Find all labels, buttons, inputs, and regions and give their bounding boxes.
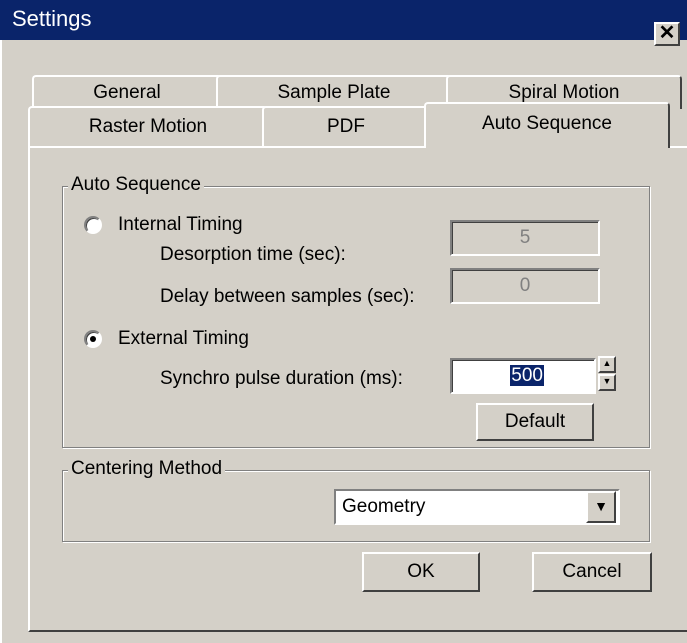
delay-between-samples-field[interactable]: 0	[450, 268, 600, 304]
default-button-label: Default	[504, 411, 566, 432]
tab-general[interactable]: General	[32, 75, 222, 109]
centering-method-value: Geometry	[342, 496, 426, 517]
cancel-button[interactable]: Cancel	[532, 552, 652, 592]
tab-label: PDF	[327, 116, 365, 137]
chevron-down-icon: ▼	[594, 498, 608, 514]
close-icon: ✕	[658, 22, 676, 44]
tab-label: Spiral Motion	[508, 82, 620, 103]
spin-up-icon: ▲	[602, 358, 612, 368]
synchro-pulse-label: Synchro pulse duration (ms):	[160, 368, 403, 389]
desorption-time-field[interactable]: 5	[450, 220, 600, 256]
cancel-button-label: Cancel	[562, 561, 622, 582]
desorption-time-label: Desorption time (sec):	[160, 244, 346, 265]
window-frame	[0, 40, 8, 643]
spin-down-icon: ▼	[602, 376, 612, 386]
synchro-pulse-field[interactable]: 500	[450, 358, 596, 394]
internal-timing-radio[interactable]	[84, 216, 102, 234]
window-title: Settings	[12, 6, 92, 31]
close-button[interactable]: ✕	[654, 22, 680, 46]
centering-method-select[interactable]: Geometry ▼	[334, 489, 620, 525]
spin-up-button[interactable]: ▲	[598, 356, 616, 373]
tab-label: General	[93, 82, 161, 103]
synchro-pulse-value: 500	[510, 365, 544, 386]
ok-button-label: OK	[407, 561, 435, 582]
external-timing-radio[interactable]	[84, 330, 102, 348]
tab-label: Auto Sequence	[482, 113, 612, 134]
tab-sample-plate[interactable]: Sample Plate	[216, 75, 452, 109]
spin-down-button[interactable]: ▼	[598, 374, 616, 391]
radio-selected-dot	[90, 336, 96, 342]
ok-button[interactable]: OK	[362, 552, 480, 592]
tab-auto-sequence[interactable]: Auto Sequence	[424, 102, 670, 148]
tab-label: Sample Plate	[277, 82, 391, 103]
tab-pdf[interactable]: PDF	[262, 106, 430, 146]
tab-label: Raster Motion	[88, 116, 208, 137]
external-timing-label: External Timing	[118, 328, 249, 349]
internal-timing-label: Internal Timing	[118, 214, 243, 235]
tab-raster-motion[interactable]: Raster Motion	[28, 106, 268, 146]
title-bar	[0, 0, 687, 40]
centering-method-group-label: Centering Method	[68, 458, 226, 480]
dropdown-button[interactable]: ▼	[586, 491, 616, 523]
auto-sequence-group-label: Auto Sequence	[68, 174, 204, 196]
delay-between-samples-label: Delay between samples (sec):	[160, 286, 415, 307]
default-button[interactable]: Default	[476, 403, 594, 441]
